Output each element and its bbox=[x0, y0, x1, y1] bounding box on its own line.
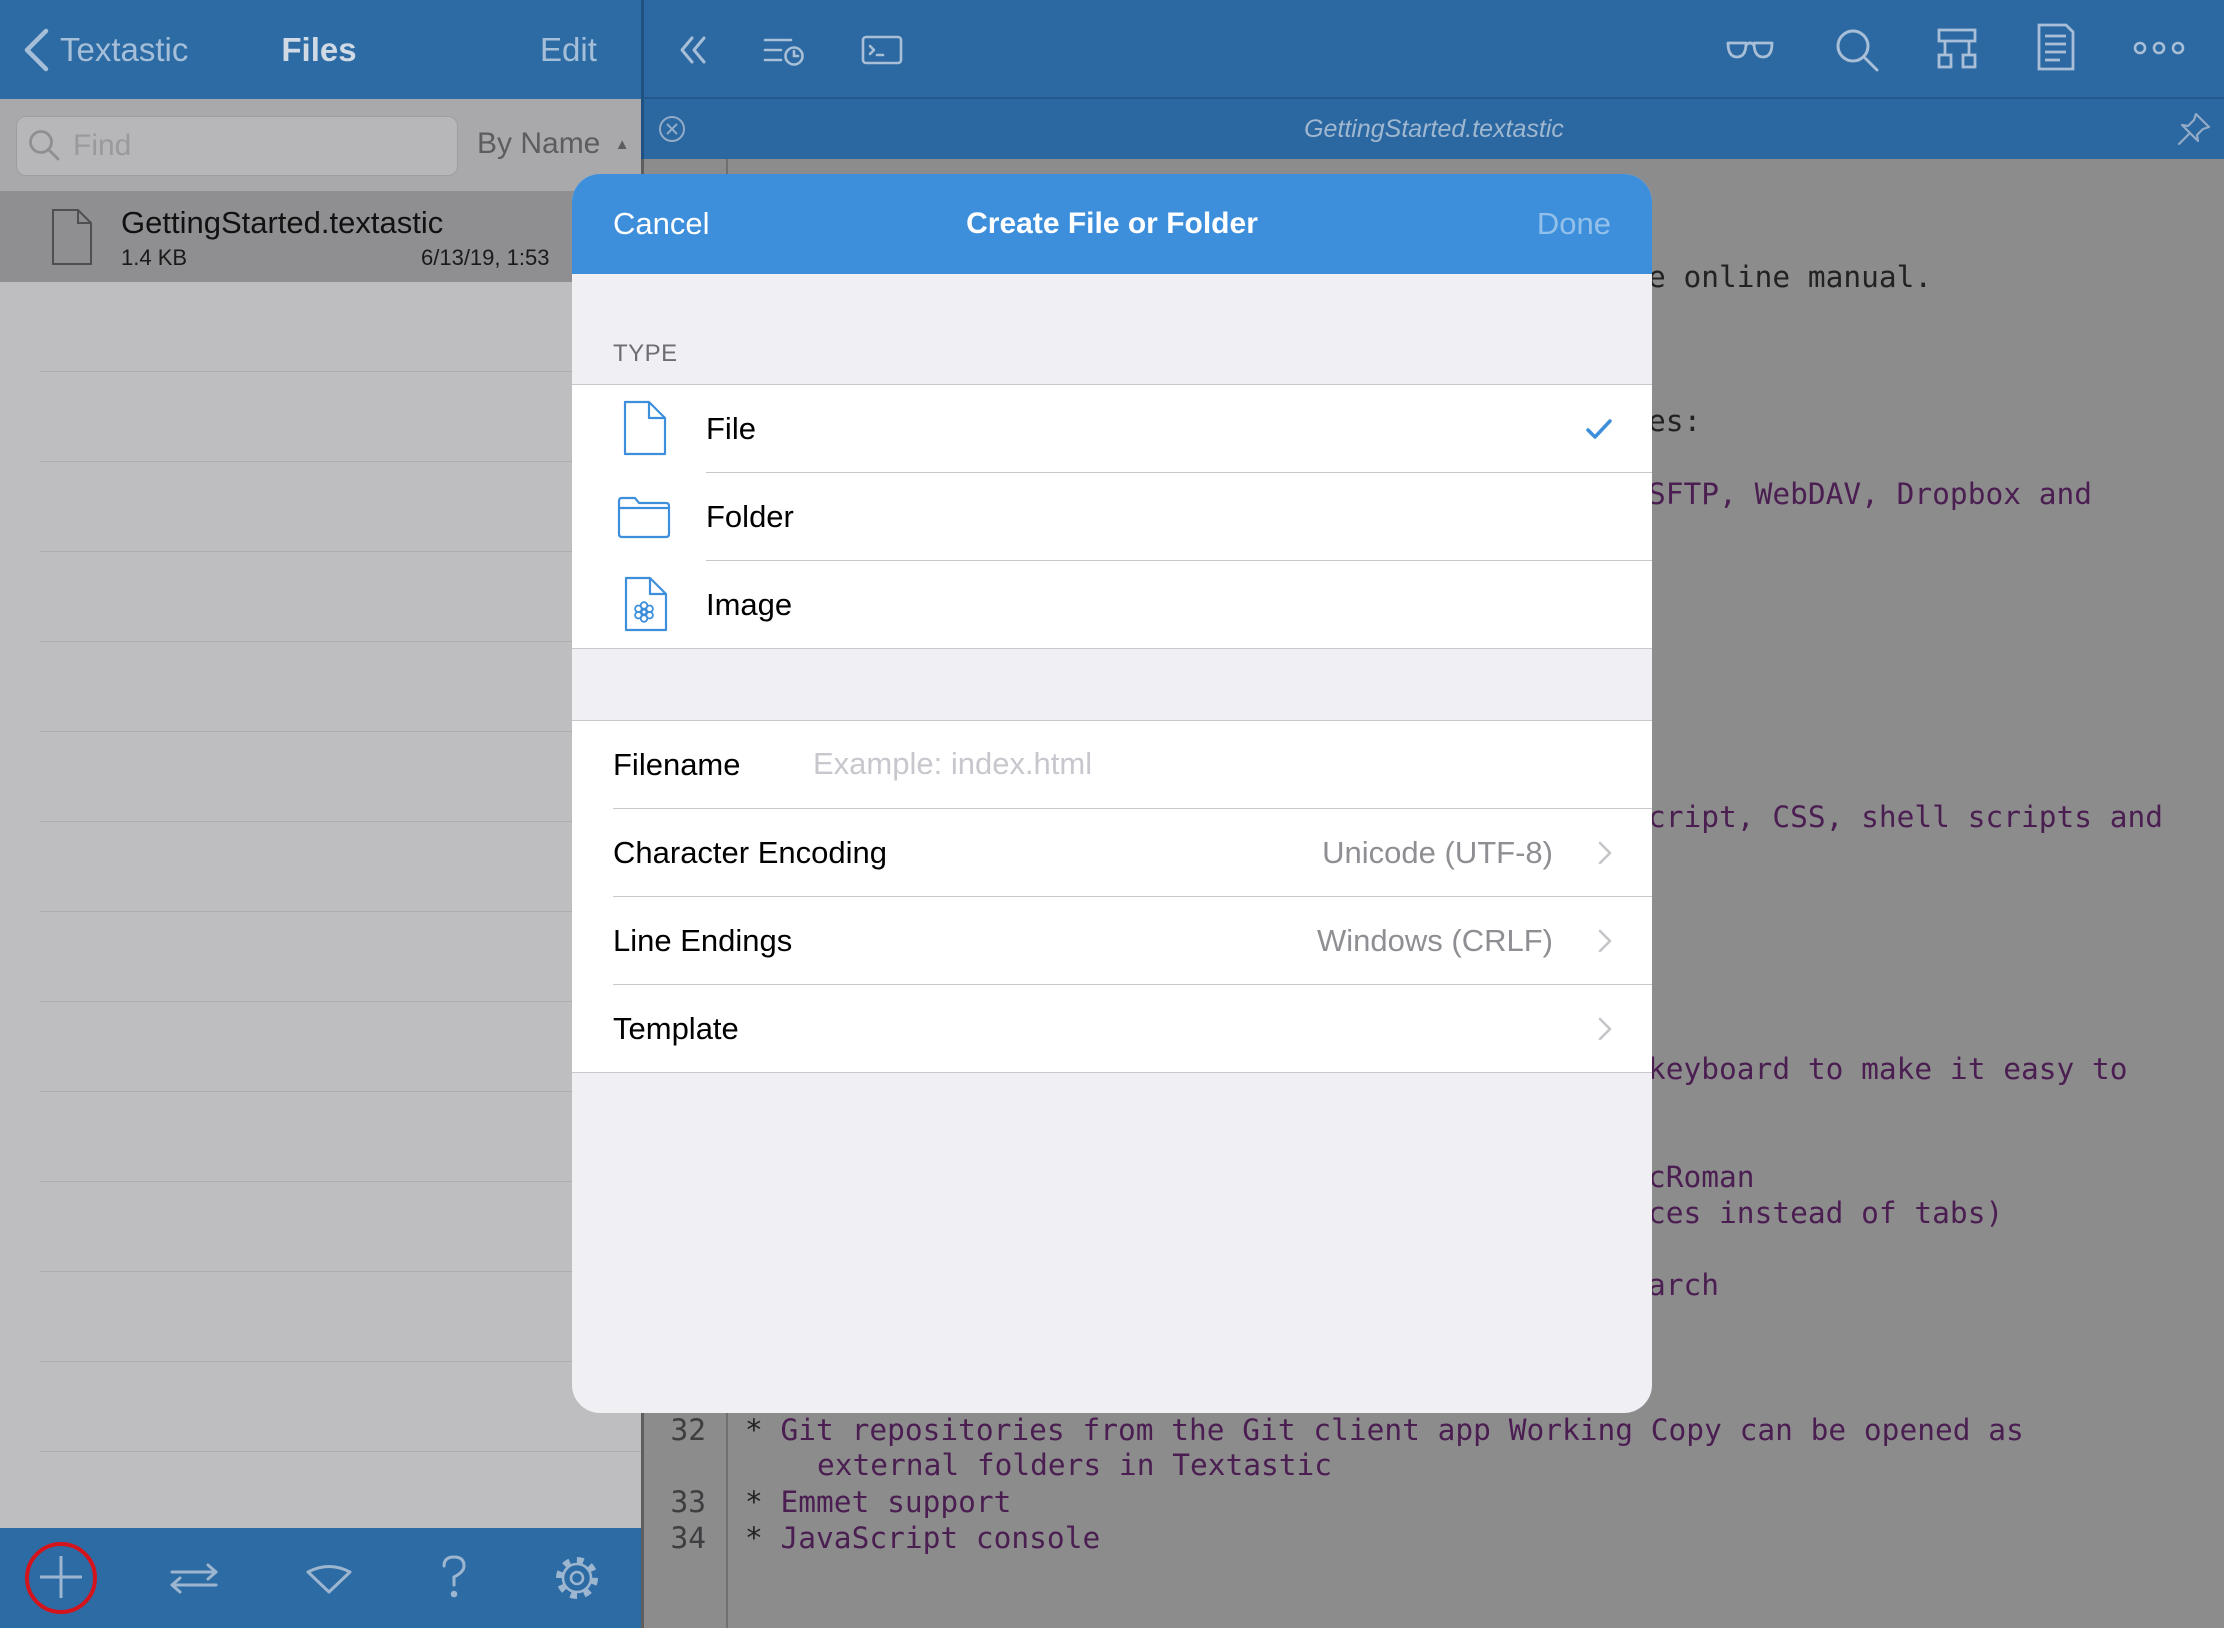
gear-icon[interactable] bbox=[553, 1554, 601, 1602]
character-encoding-value: Unicode (UTF-8) bbox=[1322, 835, 1553, 870]
code-fragment: ces instead of tabs) bbox=[1648, 1196, 2004, 1230]
code-fragment: cRoman bbox=[1648, 1160, 1755, 1194]
chevron-right-icon bbox=[1597, 840, 1613, 866]
chevron-right-icon bbox=[1597, 928, 1613, 954]
code-line: * Emmet support bbox=[745, 1484, 1011, 1520]
list-bullet: * bbox=[745, 1485, 763, 1519]
sort-button[interactable]: By Name ▲ bbox=[477, 126, 630, 162]
image-file-icon bbox=[623, 575, 669, 633]
type-option-label: Folder bbox=[706, 499, 794, 534]
nav-title: Files bbox=[281, 31, 357, 68]
pin-icon[interactable] bbox=[2176, 111, 2212, 147]
recent-files-icon[interactable] bbox=[763, 35, 805, 67]
snippets-icon[interactable] bbox=[305, 1562, 353, 1594]
tab-title: GettingStarted.textastic bbox=[1304, 115, 1564, 143]
terminal-icon[interactable] bbox=[861, 35, 903, 65]
line-endings-label: Line Endings bbox=[613, 923, 793, 958]
chevron-right-icon bbox=[1597, 1016, 1613, 1042]
type-option-label: File bbox=[706, 411, 756, 446]
line-number: 32 bbox=[670, 1413, 706, 1447]
document-icon bbox=[50, 207, 94, 267]
file-browser-pane: Textastic Files Edit By Name ▲ GettingSt… bbox=[0, 0, 641, 1628]
file-icon bbox=[622, 399, 668, 457]
sort-ascending-icon: ▲ bbox=[614, 136, 630, 153]
filename-field[interactable] bbox=[813, 721, 1593, 807]
code-fragment: SFTP, WebDAV, Dropbox and bbox=[1648, 477, 2093, 511]
list-bullet: * bbox=[745, 1521, 763, 1555]
symbols-icon[interactable] bbox=[1936, 27, 1978, 69]
editor-tab[interactable]: GettingStarted.textastic bbox=[644, 99, 2224, 159]
preview-glasses-icon[interactable] bbox=[1724, 37, 1776, 61]
file-options-form: Filename Character Encoding Unicode (UTF… bbox=[572, 720, 1652, 1073]
sort-label: By Name bbox=[477, 127, 601, 160]
filename-label: Filename bbox=[613, 747, 741, 782]
edit-button[interactable]: Edit bbox=[540, 0, 597, 99]
filename-row[interactable]: Filename bbox=[572, 721, 1652, 809]
line-endings-row[interactable]: Line Endings Windows (CRLF) bbox=[572, 897, 1652, 985]
file-name: GettingStarted.textastic bbox=[121, 205, 444, 240]
file-browser-toolbar bbox=[0, 1528, 641, 1628]
back-button[interactable]: Textastic bbox=[60, 0, 188, 99]
code-line: * JavaScript console bbox=[745, 1520, 1100, 1556]
template-row[interactable]: Template bbox=[572, 985, 1652, 1073]
search-bar: By Name ▲ bbox=[0, 99, 641, 191]
document-info-icon[interactable] bbox=[2036, 22, 2076, 72]
done-button[interactable]: Done bbox=[1537, 174, 1611, 274]
line-endings-value: Windows (CRLF) bbox=[1317, 923, 1553, 958]
search-icon bbox=[28, 129, 60, 161]
folder-icon bbox=[617, 495, 671, 539]
type-section-header: TYPE bbox=[613, 340, 678, 367]
dialog-title: Create File or Folder bbox=[966, 207, 1258, 240]
line-number: 33 bbox=[670, 1485, 706, 1519]
code-fragment: e online manual. bbox=[1648, 260, 1933, 294]
list-bullet: * bbox=[745, 1413, 763, 1447]
code-line-text: Emmet support bbox=[762, 1485, 1012, 1519]
type-option-image[interactable]: Image bbox=[572, 561, 1652, 649]
search-icon[interactable] bbox=[1834, 27, 1880, 73]
search-field[interactable] bbox=[16, 116, 458, 176]
template-label: Template bbox=[613, 1011, 739, 1046]
file-list-item[interactable]: GettingStarted.textastic 1.4 KB 6/13/19,… bbox=[0, 191, 641, 282]
line-number: 34 bbox=[670, 1521, 706, 1555]
code-line-text: Git repositories from the Git client app… bbox=[762, 1413, 2024, 1447]
code-fragment: cript, CSS, shell scripts and bbox=[1648, 800, 2164, 834]
code-line-wrap: external folders in Textastic bbox=[817, 1448, 1333, 1482]
plus-icon[interactable] bbox=[37, 1553, 85, 1601]
character-encoding-label: Character Encoding bbox=[613, 835, 887, 870]
code-line: * Git repositories from the Git client a… bbox=[745, 1412, 2024, 1448]
file-date: 6/13/19, 1:53 bbox=[421, 245, 550, 270]
type-option-folder[interactable]: Folder bbox=[572, 473, 1652, 561]
type-option-label: Image bbox=[706, 587, 793, 622]
more-icon[interactable] bbox=[2133, 40, 2185, 56]
file-browser-nav-bar: Textastic Files Edit bbox=[0, 0, 641, 99]
character-encoding-row[interactable]: Character Encoding Unicode (UTF-8) bbox=[572, 809, 1652, 897]
empty-list-rows bbox=[40, 282, 641, 1528]
code-line-text: JavaScript console bbox=[762, 1521, 1101, 1555]
dialog-header: Cancel Create File or Folder Done bbox=[572, 174, 1652, 274]
type-list: File Folder Image bbox=[572, 384, 1652, 649]
file-size: 1.4 KB bbox=[121, 245, 188, 270]
code-fragment: arch bbox=[1648, 1268, 1720, 1302]
code-fragment: es: bbox=[1648, 404, 1702, 438]
help-icon[interactable] bbox=[436, 1553, 472, 1601]
type-option-file[interactable]: File bbox=[572, 385, 1652, 473]
search-input[interactable] bbox=[73, 117, 443, 174]
editor-toolbar bbox=[644, 0, 2224, 99]
transfer-arrows-icon[interactable] bbox=[167, 1561, 221, 1595]
code-fragment: keyboard to make it easy to bbox=[1648, 1052, 2128, 1086]
checkmark-icon bbox=[1585, 417, 1613, 441]
back-chevron-icon[interactable] bbox=[22, 28, 50, 72]
create-file-dialog: Cancel Create File or Folder Done TYPE F… bbox=[572, 174, 1652, 1413]
collapse-sidebar-icon[interactable] bbox=[678, 34, 710, 66]
